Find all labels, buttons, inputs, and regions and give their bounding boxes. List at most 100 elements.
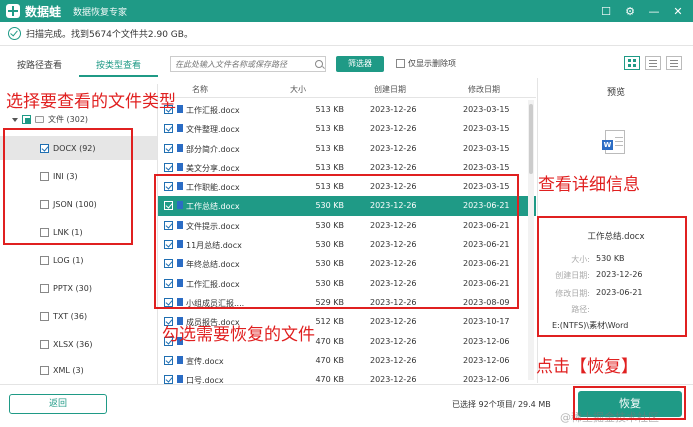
back-button[interactable]: 返回	[9, 394, 107, 414]
tree-item-checkbox[interactable]	[40, 283, 49, 293]
row-size: 512 KB	[315, 317, 344, 327]
table-row[interactable]: 文件整理.docx 513 KB 2023-12-26 2023-03-15	[158, 119, 536, 138]
tree-item-pptx[interactable]: PPTX (30)	[0, 276, 157, 300]
row-created: 2023-12-26	[370, 105, 417, 114]
word-file-icon	[177, 105, 183, 113]
annotation-box-recover	[573, 386, 686, 420]
column-created[interactable]: 创建日期	[374, 84, 406, 95]
row-name: 文件整理.docx	[186, 125, 240, 135]
scan-status-text: 扫描完成。找到5674个文件共2.90 GB。	[26, 30, 193, 40]
row-modified: 2023-12-06	[463, 375, 510, 385]
tree-item-label: XLSX (36)	[53, 339, 93, 349]
row-size: 470 KB	[315, 375, 344, 385]
only-deleted-toggle[interactable]: 仅显示删除项	[396, 58, 456, 69]
row-created: 2023-12-26	[370, 317, 417, 327]
word-badge-icon: W	[602, 140, 613, 150]
table-row[interactable]: 部分简介.docx 513 KB 2023-12-26 2023-03-15	[158, 139, 536, 158]
window-controls: ☐ ⚙ — ✕	[599, 5, 685, 18]
row-size: 513 KB	[315, 105, 344, 114]
file-table-scrollbar[interactable]	[528, 100, 534, 380]
tree-item-label: LOG (1)	[53, 255, 84, 265]
minimize-icon[interactable]: —	[647, 5, 661, 18]
tree-item-txt[interactable]: TXT (36)	[0, 304, 157, 328]
group-checkbox[interactable]	[22, 115, 31, 124]
tree-item-checkbox[interactable]	[40, 365, 49, 375]
check-circle-icon	[8, 27, 21, 40]
table-row[interactable]: 宣传.docx 470 KB 2023-12-26 2023-12-06	[158, 351, 536, 370]
tab-by-type[interactable]: 按类型查看	[79, 55, 158, 77]
row-size: 470 KB	[315, 355, 344, 365]
list-view-button[interactable]	[645, 56, 661, 70]
view-tabs: 按路径查看 按类型查看	[0, 55, 158, 77]
annotation-box-details	[537, 216, 687, 337]
row-checkbox[interactable]	[164, 355, 173, 365]
row-created: 2023-12-26	[370, 336, 417, 346]
row-modified: 2023-12-06	[463, 336, 510, 346]
app-subtitle: 数据恢复专家	[73, 7, 128, 18]
only-deleted-label: 仅显示删除项	[408, 59, 456, 68]
word-document-icon: W	[602, 130, 625, 154]
table-row[interactable]: 工作汇报.docx 513 KB 2023-12-26 2023-03-15	[158, 100, 536, 119]
detail-view-icon	[670, 59, 678, 67]
app-name: 数据蛙	[25, 4, 62, 19]
row-size: 513 KB	[315, 143, 344, 153]
file-table-header: 名称 大小 创建日期 修改日期	[158, 80, 536, 98]
row-modified: 2023-10-17	[463, 317, 510, 327]
tree-item-label: TXT (36)	[53, 311, 88, 321]
row-created: 2023-12-26	[370, 124, 417, 134]
row-name: 部分简介.docx	[186, 144, 240, 154]
row-modified: 2023-03-15	[463, 105, 510, 114]
detail-view-button[interactable]	[666, 56, 682, 70]
scroll-thumb[interactable]	[529, 104, 533, 174]
folder-icon	[35, 116, 44, 123]
column-modified[interactable]: 修改日期	[468, 84, 500, 95]
row-size: 513 KB	[315, 124, 344, 134]
tree-item-xlsx[interactable]: XLSX (36)	[0, 332, 157, 356]
feedback-icon[interactable]: ☐	[599, 5, 613, 18]
tree-item-checkbox[interactable]	[40, 339, 49, 349]
tree-item-checkbox[interactable]	[40, 311, 49, 321]
tree-item-checkbox[interactable]	[40, 255, 49, 265]
row-checkbox[interactable]	[164, 143, 173, 153]
column-name[interactable]: 名称	[192, 84, 208, 95]
settings-gear-icon[interactable]: ⚙	[623, 5, 637, 18]
close-icon[interactable]: ✕	[671, 5, 685, 18]
row-checkbox[interactable]	[164, 375, 173, 385]
tree-item-xml[interactable]: XML (3)	[0, 358, 157, 382]
row-size: 470 KB	[315, 336, 344, 346]
annotation-select-type: 选择要查看的文件类型	[6, 92, 176, 112]
column-size[interactable]: 大小	[290, 84, 306, 95]
chevron-down-icon[interactable]	[12, 117, 18, 122]
tree-group-files[interactable]: 文件 (302)	[12, 114, 88, 125]
annotation-box-file-types	[3, 128, 133, 245]
document-lines-icon	[615, 137, 623, 149]
row-name: 宣传.docx	[186, 356, 224, 366]
annotation-check-files: 勾选需要恢复的文件	[162, 325, 315, 345]
tab-by-path[interactable]: 按路径查看	[0, 55, 79, 77]
only-deleted-checkbox[interactable]	[396, 59, 405, 68]
grid-view-button[interactable]	[624, 56, 640, 70]
preview-title: 预览	[606, 88, 625, 98]
row-created: 2023-12-26	[370, 375, 417, 385]
row-name: 工作汇报.docx	[186, 106, 240, 115]
row-created: 2023-12-26	[370, 143, 417, 153]
row-checkbox[interactable]	[164, 162, 173, 172]
row-checkbox[interactable]	[164, 124, 173, 134]
row-modified: 2023-03-15	[463, 124, 510, 134]
search-icon[interactable]	[315, 60, 323, 68]
word-file-icon	[177, 124, 183, 133]
tree-item-log[interactable]: LOG (1)	[0, 248, 157, 272]
annotation-click-recover: 点击【恢复】	[536, 357, 638, 377]
search-input[interactable]	[175, 59, 311, 69]
row-created: 2023-12-26	[370, 355, 417, 365]
word-file-icon	[177, 375, 183, 384]
title-bar: 数据蛙 数据恢复专家 ☐ ⚙ — ✕	[0, 0, 693, 22]
row-size: 513 KB	[315, 162, 344, 172]
tree-group-label: 文件 (302)	[48, 115, 89, 124]
scan-status-bar: 扫描完成。找到5674个文件共2.90 GB。	[0, 22, 693, 46]
search-box	[170, 56, 326, 72]
word-file-icon	[177, 143, 183, 152]
filter-button[interactable]: 筛选器	[336, 56, 384, 72]
row-modified: 2023-12-06	[463, 355, 510, 365]
row-name: 美文分享.docx	[186, 163, 240, 173]
